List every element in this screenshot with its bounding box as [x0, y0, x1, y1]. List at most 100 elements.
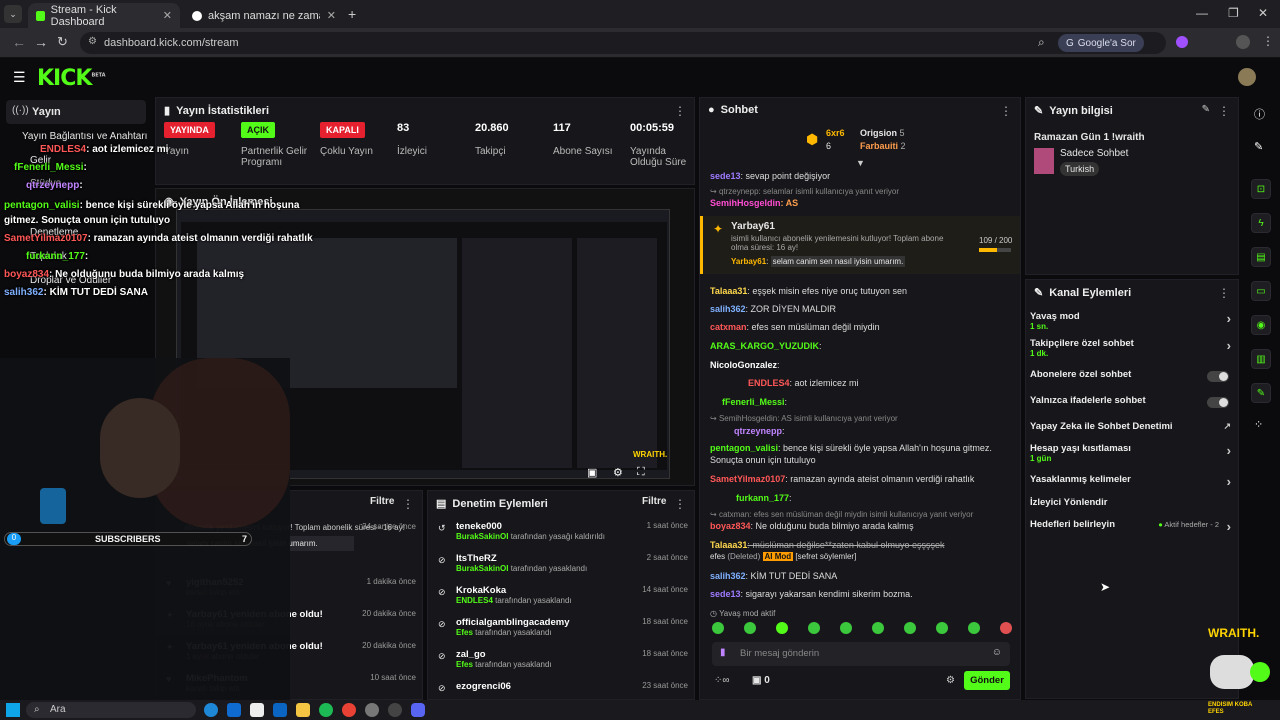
sidebar-item-stream-key[interactable]: Yayın Bağlantısı ve Anahtarı [22, 131, 147, 142]
emote-icon[interactable] [904, 622, 916, 634]
chat-user[interactable]: ARAS_KARGO_YUZUDIK [710, 341, 819, 351]
profile-icon[interactable] [1236, 35, 1250, 49]
chat-menu-icon[interactable]: ⋮ [1000, 104, 1012, 118]
close-tab-icon[interactable]: ✕ [327, 9, 336, 22]
action-slow-mode[interactable]: Yavaş mod 1 sn. › [1030, 311, 1235, 331]
zoom-icon[interactable]: ⌕ [1038, 35, 1045, 50]
hamburger-icon[interactable]: ☰ [13, 69, 26, 86]
share-icon[interactable]: ⁘ [1254, 418, 1263, 431]
emote-icon[interactable] [776, 622, 788, 634]
start-icon[interactable] [6, 703, 20, 717]
emote-icon[interactable] [1000, 622, 1012, 634]
back-icon[interactable]: ← [12, 34, 26, 50]
forward-icon[interactable]: → [34, 34, 48, 50]
new-tab-icon[interactable]: + [348, 6, 356, 22]
chat-user[interactable]: pentagon_valisi [710, 443, 778, 453]
explorer-icon[interactable] [296, 703, 310, 717]
chat-user[interactable]: fFenerli_Messi [722, 397, 785, 407]
gifter-3[interactable]: Farbauiti 2 [860, 141, 906, 151]
reload-icon[interactable]: ↻ [57, 34, 68, 50]
record-button-icon[interactable] [1250, 662, 1270, 682]
chat-users-icon[interactable]: ⁘∞ [714, 675, 730, 686]
kick-logo[interactable]: KICKBETA [37, 66, 106, 91]
broadcast-rail-icon[interactable]: ◉ [1251, 315, 1271, 335]
taskbar-search[interactable]: ⌕ Ara [26, 702, 196, 718]
emote-icon[interactable] [968, 622, 980, 634]
subs-only-toggle[interactable] [1207, 371, 1229, 382]
minimize-icon[interactable]: — [1196, 6, 1208, 20]
close-window-icon[interactable]: ✕ [1258, 6, 1268, 20]
gifter-2[interactable]: Origsion 5 [860, 128, 905, 138]
store-icon[interactable] [250, 703, 264, 717]
outlook-icon[interactable] [273, 703, 287, 717]
user-avatar[interactable] [1238, 68, 1256, 86]
obs-icon[interactable] [388, 703, 402, 717]
send-button[interactable]: Gönder [964, 671, 1010, 690]
chat-user[interactable]: Talaaa31 [710, 286, 747, 296]
spotify-icon[interactable] [319, 703, 333, 717]
expand-chevron-icon[interactable]: ▼ [856, 158, 865, 168]
chat-user[interactable]: qtrzeynepp [734, 426, 782, 436]
chat-user[interactable]: salih362 [710, 571, 746, 581]
moderation-filter-button[interactable]: Filtre [642, 496, 666, 507]
emote-icon[interactable] [744, 622, 756, 634]
activity-menu-icon[interactable]: ⋮ [402, 497, 414, 511]
emote-icon[interactable] [936, 622, 948, 634]
note-icon[interactable]: ▤ [1251, 247, 1271, 267]
fullscreen-icon[interactable]: ⛶ [637, 466, 645, 479]
google-ask-button[interactable]: G Google'a Sor [1058, 34, 1144, 52]
tool-icon[interactable]: ✎ [1251, 383, 1271, 403]
action-followers-only[interactable]: Takipçilere özel sohbet 1 dk. › [1030, 338, 1235, 358]
chat-user[interactable]: sede13 [710, 589, 741, 599]
action-raid[interactable]: İzleyici Yönlendir [1030, 497, 1235, 508]
chat-user[interactable]: SemihHosgeldin [710, 198, 781, 208]
chat-user[interactable]: ENDLES4 [748, 378, 790, 388]
discord-icon[interactable] [411, 703, 425, 717]
gifter-1[interactable]: 6xr6 [826, 128, 845, 138]
action-banned-words[interactable]: Yasaklanmış kelimeler › [1030, 474, 1235, 489]
action-account-age[interactable]: Hesap yaşı kısıtlaması 1 gün › [1030, 443, 1235, 463]
server-icon[interactable]: ▥ [1251, 349, 1271, 369]
chat-user[interactable]: furkann_177 [736, 493, 789, 503]
chat-rail-icon[interactable]: ▭ [1251, 281, 1271, 301]
chat-user[interactable]: efes [710, 552, 725, 561]
tab-kick-dashboard[interactable]: Stream - Kick Dashboard ✕ [28, 3, 180, 28]
moderation-menu-icon[interactable]: ⋮ [674, 497, 686, 511]
pip-icon[interactable]: ▣ [587, 466, 597, 479]
emote-icon[interactable] [840, 622, 852, 634]
chat-user[interactable]: sede13 [710, 171, 741, 181]
close-tab-icon[interactable]: ✕ [163, 9, 172, 22]
chat-user[interactable]: Talaaa31 [710, 540, 747, 550]
resub-user[interactable]: Yarbay61 [731, 221, 775, 232]
bolt-icon[interactable]: ϟ [1251, 213, 1271, 233]
scan-icon[interactable]: ⊡ [1251, 179, 1271, 199]
stats-menu-icon[interactable]: ⋮ [674, 104, 686, 118]
activity-filter-button[interactable]: Filtre [370, 496, 394, 507]
extension-icon[interactable] [1176, 36, 1188, 48]
maximize-icon[interactable]: ❐ [1228, 6, 1239, 20]
emote-icon[interactable] [808, 622, 820, 634]
info-icon[interactable]: ⓘ [1254, 106, 1265, 122]
chrome-icon[interactable] [342, 703, 356, 717]
chat-input[interactable]: ▮ Bir mesaj gönderin ☺ [712, 642, 1010, 666]
app-icon[interactable] [227, 703, 241, 717]
chat-user[interactable]: SametYilmaz0107 [710, 474, 785, 484]
app2-icon[interactable] [365, 703, 379, 717]
actions-menu-icon[interactable]: ⋮ [1218, 286, 1230, 300]
chat-user[interactable]: salih362 [710, 304, 746, 314]
emote-only-toggle[interactable] [1207, 397, 1229, 408]
edit-rail-icon[interactable]: ✎ [1254, 140, 1263, 153]
chat-user[interactable]: catxman [710, 322, 747, 332]
pencil-icon[interactable]: ✎ [1202, 104, 1210, 115]
resub-msg-user[interactable]: Yarbay61 [731, 257, 766, 266]
chat-settings-icon[interactable]: ⚙ [946, 675, 955, 686]
tab-list-button[interactable]: ⌄ [4, 5, 22, 23]
chat-user[interactable]: boyaz834 [710, 521, 751, 531]
emote-icon[interactable] [712, 622, 724, 634]
menu-icon[interactable]: ⋮ [1262, 34, 1274, 48]
action-goals[interactable]: Hedefleri belirleyin ● Aktif hedefler - 2… [1030, 519, 1235, 534]
emoji-icon[interactable]: ☺ [992, 647, 1002, 658]
settings-icon[interactable]: ⚙ [613, 466, 623, 479]
sidebar-section-yayin[interactable]: ((·)) Yayın [6, 100, 146, 124]
emote-icon[interactable] [872, 622, 884, 634]
